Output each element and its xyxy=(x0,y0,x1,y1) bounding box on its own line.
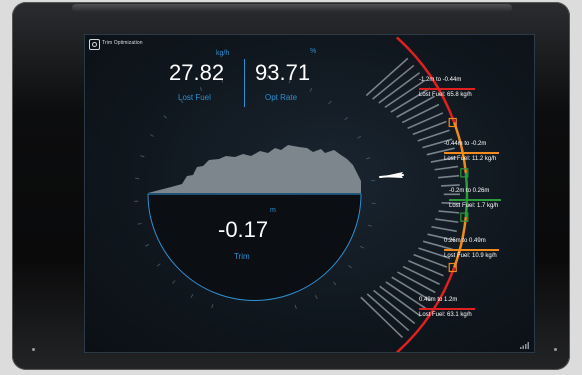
bezel-screw-left xyxy=(32,348,35,351)
gauge-tick xyxy=(309,87,313,92)
gauge-tick xyxy=(163,115,168,119)
gauge-tick xyxy=(190,293,194,298)
fuel-loss-bar xyxy=(431,225,457,233)
gauge-tick xyxy=(156,263,161,267)
zone-line-1 xyxy=(419,88,475,90)
fuel-loss-bar xyxy=(437,174,460,179)
trim-needle xyxy=(379,172,404,178)
trim-optimization-screen: Trim Optimization kg/h 27.82 Lost Fuel %… xyxy=(84,34,535,353)
opt-rate-value: 93.71 xyxy=(255,60,311,85)
gauge-tick xyxy=(145,243,150,247)
trim-unit: m xyxy=(270,207,276,214)
kpi-divider xyxy=(244,59,245,107)
zone-arc-3 xyxy=(464,172,469,218)
zone-range-1: -1.2m to -0.44m xyxy=(419,77,462,83)
lost-fuel-label: Lost Fuel xyxy=(178,93,211,102)
trim-bowl-outline xyxy=(147,193,362,301)
gauge-tick xyxy=(135,177,140,180)
zone-range-3: -0.2m to 0.26m xyxy=(449,188,490,194)
fuel-loss-bar xyxy=(441,184,460,187)
zone-loss-3: Lost Fuel: 1.7 kg/h xyxy=(449,203,499,209)
app-title: Trim Optimization xyxy=(102,40,143,46)
fuel-loss-bar xyxy=(402,265,440,285)
trim-bowl xyxy=(147,193,362,301)
gauge-tick xyxy=(367,224,373,227)
bezel-highlight xyxy=(72,4,512,12)
settings-gear-icon[interactable] xyxy=(89,39,100,50)
gauge-tick xyxy=(332,281,337,286)
fuel-loss-bar xyxy=(365,57,409,97)
gauge-tick xyxy=(140,155,145,158)
zone-range-4: 0.26m to 0.49m xyxy=(444,238,486,244)
fuel-loss-bar xyxy=(435,218,459,223)
zone-line-2 xyxy=(444,152,499,154)
zone-line-5 xyxy=(419,308,475,310)
gauge-tick xyxy=(199,86,203,91)
zone-range-5: 0.49m to 1.2m xyxy=(419,297,458,303)
fuel-loss-bar xyxy=(434,165,459,171)
zone-arc-2 xyxy=(453,122,468,173)
zone-arc-5 xyxy=(396,267,456,352)
opt-rate-unit: % xyxy=(310,48,317,55)
gauge-tick xyxy=(211,304,214,309)
gauge-tick xyxy=(344,116,349,121)
zone-line-4 xyxy=(444,249,499,251)
gauge-tick xyxy=(357,135,362,139)
gauge-tick xyxy=(149,134,154,137)
zone-loss-1: Lost Fuel: 65.8 kg/h xyxy=(419,92,472,98)
zone-range-2: -0.44m to -0.2m xyxy=(444,141,487,147)
fuel-loss-bar xyxy=(396,95,436,118)
gauge-tick xyxy=(348,265,352,269)
fuel-loss-bar xyxy=(366,293,410,332)
gauge-tick xyxy=(314,295,318,299)
gauge-tick xyxy=(137,222,142,225)
trim-value: -0.17 xyxy=(218,217,269,242)
gauge-tick xyxy=(359,245,364,249)
lost-fuel-unit: kg/h xyxy=(216,50,230,57)
lost-fuel-value: 27.82 xyxy=(169,60,225,85)
ship-silhouette xyxy=(148,145,361,193)
cruise-ship-icon xyxy=(148,145,361,193)
gauge-tick xyxy=(366,157,371,160)
zone-loss-4: Lost Fuel: 10.9 kg/h xyxy=(444,253,497,259)
zone-loss-2: Lost Fuel: 11.2 kg/h xyxy=(444,156,497,162)
fuel-loss-bar xyxy=(438,210,460,214)
signal-strength-icon xyxy=(520,342,529,349)
zone-loss-5: Lost Fuel: 63.1 kg/h xyxy=(419,312,472,318)
zone-line-3 xyxy=(449,199,501,201)
fuel-loss-bar xyxy=(417,129,450,142)
fuel-loss-bar xyxy=(397,271,436,294)
opt-rate-label: Opt Rate xyxy=(265,93,298,102)
display-bezel: Trim Optimization kg/h 27.82 Lost Fuel %… xyxy=(12,2,570,370)
fuel-loss-bar xyxy=(360,296,404,338)
fuel-loss-bar xyxy=(407,112,444,130)
gauge-tick xyxy=(172,280,176,284)
trim-label: Trim xyxy=(234,252,250,261)
gauge-tick xyxy=(328,100,332,105)
gauge-tick xyxy=(294,304,297,309)
bezel-screw-right xyxy=(554,348,557,351)
fuel-loss-bar xyxy=(401,103,440,124)
